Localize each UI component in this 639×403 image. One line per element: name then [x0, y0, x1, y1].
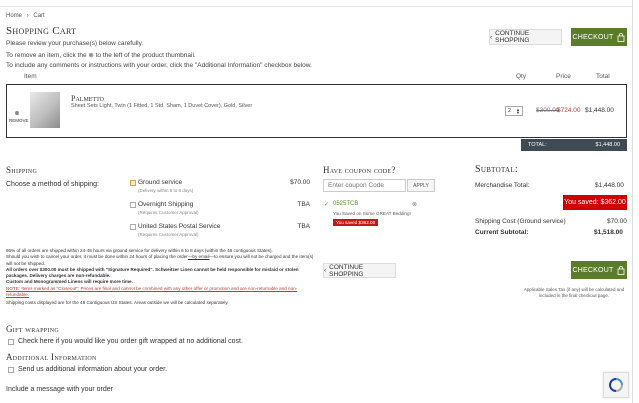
remove-coupon-icon[interactable]: ⊗	[412, 201, 417, 208]
shipping-notes: 95% of all orders are shipped within 24-…	[6, 248, 318, 307]
shipping-option-ground-price: $70.00	[290, 179, 310, 186]
total-value: $1,448.00	[595, 142, 620, 148]
current-subtotal-label: Current Subtotal:	[475, 229, 529, 236]
breadcrumb-home[interactable]: Home	[6, 13, 22, 19]
shipping-option-overnight-price: TBA	[297, 201, 310, 208]
page-scrollbar-track[interactable]	[632, 0, 633, 403]
continue-shopping-button-bottom[interactable]: ‹ CONTINUE SHOPPING	[323, 263, 396, 278]
col-header-qty: Qty	[516, 73, 527, 80]
message-label: Include a message with your order	[6, 386, 113, 393]
shipping-choose-label: Choose a method of shipping:	[6, 181, 100, 188]
coupon-code-input[interactable]	[323, 179, 406, 192]
applied-coupon-code: 0525TCB	[333, 201, 359, 207]
coupon-title: Have coupon code?	[323, 165, 396, 175]
shipping-option-usps-price: TBA	[297, 223, 310, 230]
email-link[interactable]: —by email	[188, 254, 210, 259]
chevron-left-icon: ‹	[490, 33, 493, 41]
sale-price: $724.00	[557, 107, 581, 114]
shipping-note-closeout: NOTE: Items marked as "Closeout": Prices…	[6, 285, 298, 298]
cart-total-bar: TOTAL: $1,448.00	[521, 139, 627, 151]
shipping-note-cancel: Should you wish to cancel your order, it…	[6, 254, 314, 266]
shipping-option-overnight-name[interactable]: Overnight Shipping	[138, 201, 193, 208]
total-label: TOTAL:	[528, 142, 547, 148]
additional-info-checkbox[interactable]	[8, 367, 14, 373]
shipping-option-usps-name[interactable]: United States Postal Service	[138, 223, 220, 230]
col-header-total: Total	[596, 73, 610, 80]
intro-line-1: Please review your purchase(s) below car…	[6, 40, 144, 47]
continue-shopping-button-top[interactable]: ‹ CONTINUE SHOPPING	[489, 29, 562, 45]
gift-wrap-label[interactable]: Check here if you would like you order g…	[18, 338, 243, 345]
cart-item-row	[6, 84, 627, 138]
gift-wrap-checkbox[interactable]	[8, 339, 14, 345]
recaptcha-badge[interactable]	[603, 372, 629, 398]
shopping-bag-icon	[618, 265, 625, 275]
shipping-option-overnight-checkbox[interactable]	[130, 202, 136, 208]
applied-coupon-description: You Saved on Some GREAT Bedding!	[333, 211, 411, 216]
stepper-arrows-icon: ▲ ▼	[516, 107, 520, 115]
shipping-option-ground-name[interactable]: Ground service	[138, 179, 182, 186]
applied-coupon-saved-badge: You saved $362.00	[333, 219, 379, 226]
header-divider	[0, 6, 633, 7]
shipping-option-usps-checkbox[interactable]	[130, 224, 136, 230]
breadcrumb-current: Cart	[33, 13, 45, 19]
shopping-bag-icon	[618, 32, 625, 42]
col-header-item: Item	[24, 73, 37, 80]
remove-circle-icon: ⊗	[14, 111, 20, 117]
chevron-left-icon: ‹	[324, 267, 327, 274]
shipping-cost-label: Shipping Cost (Ground service)	[475, 218, 566, 225]
original-price: $300.00	[536, 107, 560, 114]
merch-total-label: Merchandise Total:	[475, 182, 530, 189]
coupon-apply-button[interactable]: APPLY	[407, 179, 435, 192]
sales-tax-note: Applicable Sales Tax (if any) will be ca…	[523, 287, 625, 298]
current-subtotal-value: $1,518.00	[594, 229, 623, 236]
intro-line-3: To include any comments or instructions …	[6, 62, 312, 69]
intro-line-2: To remove an item, click the ⊗ to the le…	[6, 52, 196, 59]
shipping-note-areas: Shipping costs displayed are for the 48 …	[6, 300, 229, 306]
shipping-note-signature: All orders over $300.00 must be shipped …	[6, 266, 299, 279]
additional-info-label[interactable]: Send us additional information about you…	[18, 366, 167, 373]
subtotal-title: Subtotal:	[475, 164, 519, 175]
shipping-option-ground-note: (Delivery within 6 to 8 days)	[138, 188, 194, 193]
quantity-select[interactable]: 2 ▲ ▼	[505, 106, 523, 116]
merch-total-value: $1,448.00	[595, 182, 624, 189]
page-title: Shopping Cart	[6, 25, 77, 37]
shipping-option-overnight-note: (Requires Customer Approval)	[138, 210, 199, 215]
gift-wrapping-title: Gift wrapping	[6, 324, 59, 334]
col-header-price: Price	[556, 73, 571, 80]
check-icon: ✓	[324, 202, 330, 208]
breadcrumb-separator: ›	[26, 13, 29, 19]
line-total: $1,448.00	[585, 107, 614, 114]
product-thumbnail[interactable]	[30, 92, 60, 128]
shipping-option-usps-note: (Requires Customer Approval)	[138, 232, 199, 237]
shipping-title: Shipping	[6, 165, 38, 175]
product-name[interactable]: Palmetto	[71, 94, 104, 103]
recaptcha-icon	[608, 378, 623, 392]
additional-info-title: Additional Information	[6, 352, 97, 362]
you-saved-badge: You saved: $362.00	[563, 195, 627, 210]
product-description: Sheet Sets Light, Twin (1 Fitted, 1 Std.…	[71, 103, 253, 109]
checkout-button-bottom[interactable]: CHECKOUT	[571, 261, 627, 279]
breadcrumb: Home › Cart	[6, 13, 45, 19]
shipping-option-ground-checkbox[interactable]	[130, 180, 136, 186]
shipping-cost-value: $70.00	[607, 218, 627, 225]
remove-item-button[interactable]: ⊗ REMOVE	[9, 110, 29, 123]
checkout-button-top[interactable]: CHECKOUT	[571, 28, 627, 46]
